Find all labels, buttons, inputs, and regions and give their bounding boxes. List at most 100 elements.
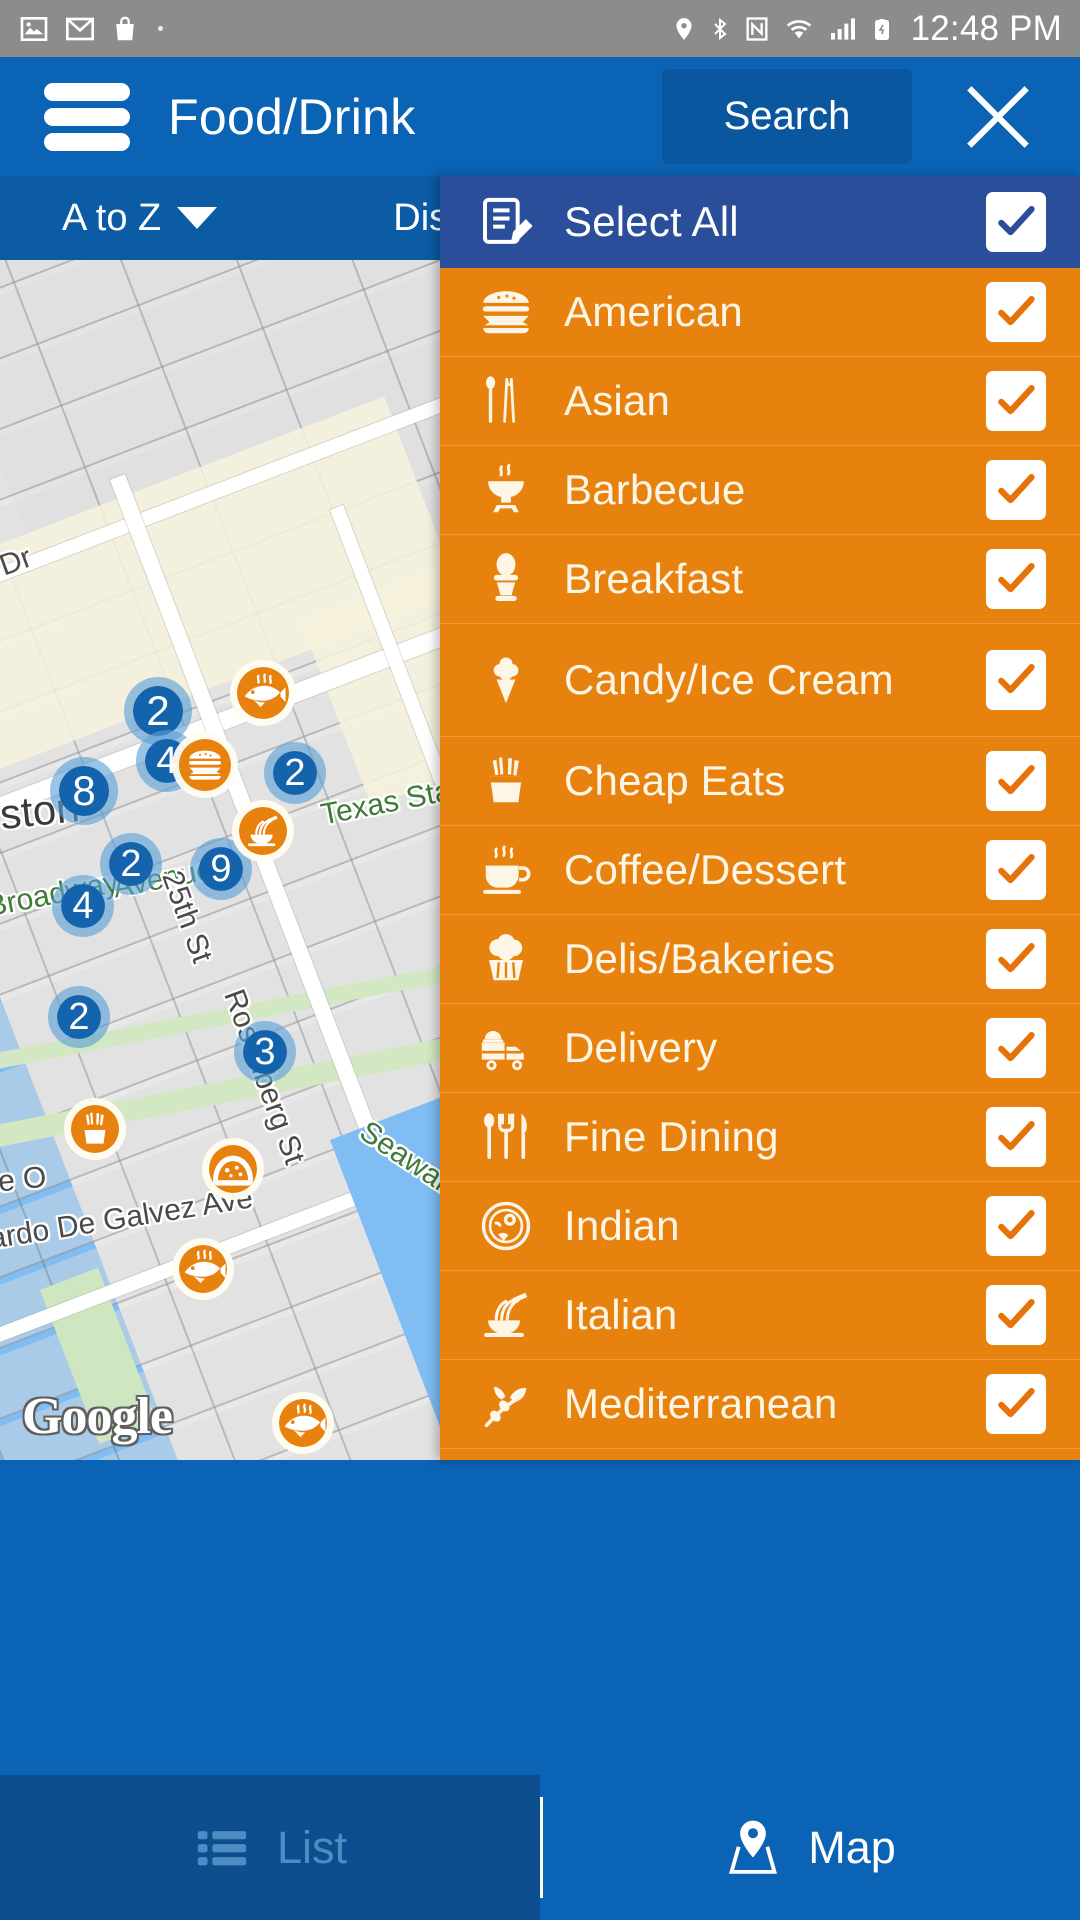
status-bar-left-icons [18,13,163,45]
map-cluster-count: 9 [210,847,232,890]
checkbox-candy-ice-cream[interactable] [986,650,1046,710]
olive-branch-icon [468,1375,544,1433]
filter-row-delivery[interactable]: Delivery [440,1004,1080,1093]
map-cluster-marker[interactable]: 3 [234,1021,296,1083]
nav-tab-list-label: List [276,1821,348,1873]
list-edit-icon [468,194,544,250]
map-cluster-count: 2 [68,995,90,1038]
filter-row-delis-bakeries[interactable]: Delis/Bakeries [440,915,1080,1004]
filter-label: Fine Dining [564,1113,779,1161]
map-cluster-count: 2 [146,687,170,734]
map-cluster-marker[interactable]: 2 [100,833,162,895]
checkbox-american[interactable] [986,282,1046,342]
filter-row-indian[interactable]: Indian [440,1182,1080,1271]
taco-icon [208,1144,258,1194]
map-poi-marker[interactable] [230,660,296,726]
ice-cream-icon [468,651,544,709]
status-bar-clock: 12:48 PM [910,8,1062,48]
checkbox-mediterranean[interactable] [986,1374,1046,1434]
map-cluster-marker[interactable]: 8 [50,757,118,825]
map-cluster-count: 2 [120,842,142,885]
notification-dot [158,26,163,31]
category-filter-panel[interactable]: Select All American Asian Barbecue Breakfas… [440,176,1080,1460]
nav-tab-map[interactable]: Map [540,1775,1080,1920]
burger-icon [468,283,544,341]
seafood-icon [278,1398,328,1448]
filter-row-coffee-dessert[interactable]: Coffee/Dessert [440,826,1080,915]
search-button-label: Search [723,94,851,138]
sort-a-to-z[interactable]: A to Z [62,196,218,240]
filter-row-breakfast[interactable]: Breakfast [440,535,1080,624]
checkbox-barbecue[interactable] [986,460,1046,520]
sort-a-to-z-label: A to Z [62,196,162,239]
egg-cup-icon [468,550,544,608]
checkbox-asian[interactable] [986,371,1046,431]
filter-label: Indian [564,1202,680,1250]
cupcake-icon [468,930,544,988]
filter-label: Cheap Eats [564,757,786,805]
gallery-icon [20,16,48,41]
checkbox-indian[interactable] [986,1196,1046,1256]
bottom-navigation: List Map [0,1775,1080,1920]
map-poi-marker[interactable] [172,732,238,798]
filter-label: Barbecue [564,466,746,514]
filter-label: Asian [564,377,671,425]
cellular-signal-icon [830,17,855,40]
map-poi-marker[interactable] [172,1238,234,1300]
chopsticks-icon [468,372,544,430]
nav-tab-list[interactable]: List [0,1775,540,1920]
checkbox-italian[interactable] [986,1285,1046,1345]
checkbox-coffee-dessert[interactable] [986,840,1046,900]
map-cluster-count: 3 [254,1030,276,1073]
filter-row-cheap-eats[interactable]: Cheap Eats [440,737,1080,826]
search-button[interactable]: Search [662,69,912,164]
filter-row-select-all[interactable]: Select All [440,176,1080,268]
checkbox-cheap-eats[interactable] [986,751,1046,811]
map-cluster-marker[interactable]: 2 [264,742,326,804]
filter-row-american[interactable]: American [440,268,1080,357]
filter-row-asian[interactable]: Asian [440,357,1080,446]
wifi-icon [786,19,811,38]
checkbox-delis-bakeries[interactable] [986,929,1046,989]
map-poi-marker[interactable] [202,1138,264,1200]
nav-tab-map-label: Map [808,1821,896,1873]
map-poi-marker[interactable] [272,1392,334,1454]
status-bar: 12:48 PM [0,0,1080,57]
filter-row-italian[interactable]: Italian [440,1271,1080,1360]
status-bar-right-icons: 12:48 PM [671,9,1062,49]
app-header: Food/Drink Search [0,57,1080,176]
map-poi-marker[interactable] [232,800,294,862]
hamburger-menu-icon[interactable] [44,81,130,153]
burger-icon [185,745,225,785]
google-attribution: Google [22,1388,173,1445]
filter-row-barbecue[interactable]: Barbecue [440,446,1080,535]
map-cluster-marker[interactable]: 2 [48,986,110,1048]
fries-icon [75,1109,115,1149]
filter-label: Coffee/Dessert [564,846,847,894]
map-cluster-count: 8 [72,767,96,814]
filter-label-select-all: Select All [564,198,739,246]
filter-label: Mediterranean [564,1380,838,1428]
map-cluster-marker[interactable]: 4 [52,875,114,937]
checkbox-select-all[interactable] [986,192,1046,252]
seafood-icon [238,668,288,718]
checkbox-breakfast[interactable] [986,549,1046,609]
noodles-icon [468,1286,544,1344]
map-poi-marker[interactable] [64,1098,126,1160]
filter-row-mediterranean[interactable]: Mediterranean [440,1360,1080,1449]
list-icon [197,1830,247,1865]
curry-plate-icon [468,1197,544,1255]
location-pin-icon [675,17,692,40]
filter-label: Delis/Bakeries [564,935,836,983]
map-cluster-count: 2 [284,751,306,794]
shopping-bag-icon [116,16,134,40]
checkbox-delivery[interactable] [986,1018,1046,1078]
map-pin-icon [729,1820,778,1874]
bluetooth-icon [713,17,727,40]
checkbox-fine-dining[interactable] [986,1107,1046,1167]
coffee-cup-icon [468,841,544,899]
close-x-icon[interactable] [948,67,1048,167]
filter-row-fine-dining[interactable]: Fine Dining [440,1093,1080,1182]
chevron-down-icon [177,207,218,229]
filter-row-candy-ice-cream[interactable]: Candy/Ice Cream [440,624,1080,737]
